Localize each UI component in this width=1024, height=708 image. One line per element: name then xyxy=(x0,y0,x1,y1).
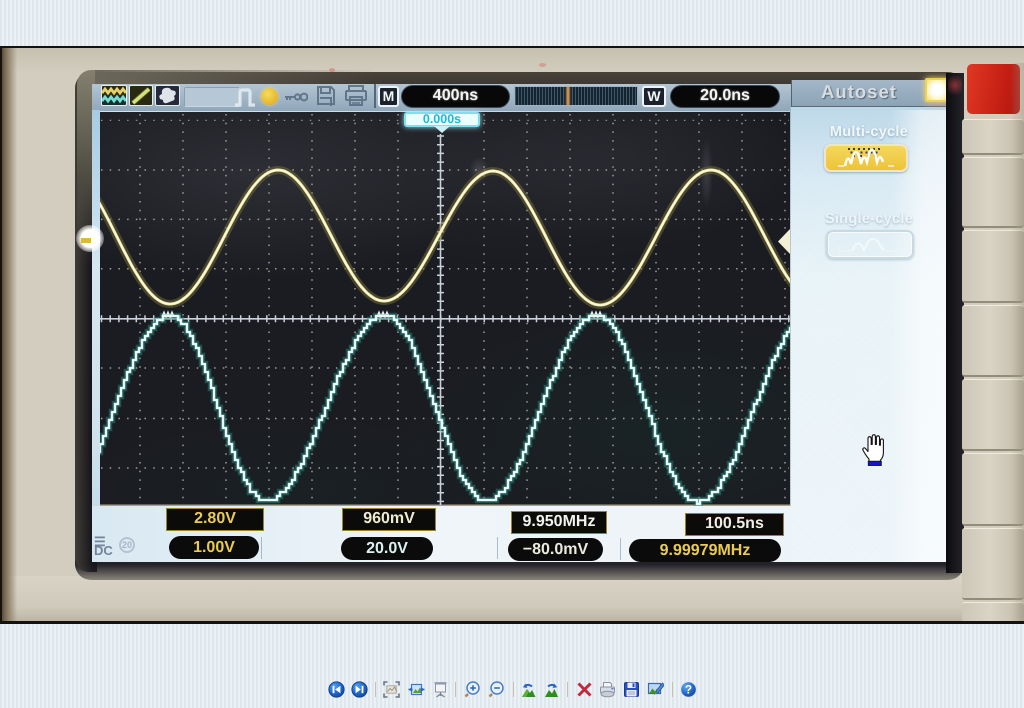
svg-text:?: ? xyxy=(685,685,692,697)
